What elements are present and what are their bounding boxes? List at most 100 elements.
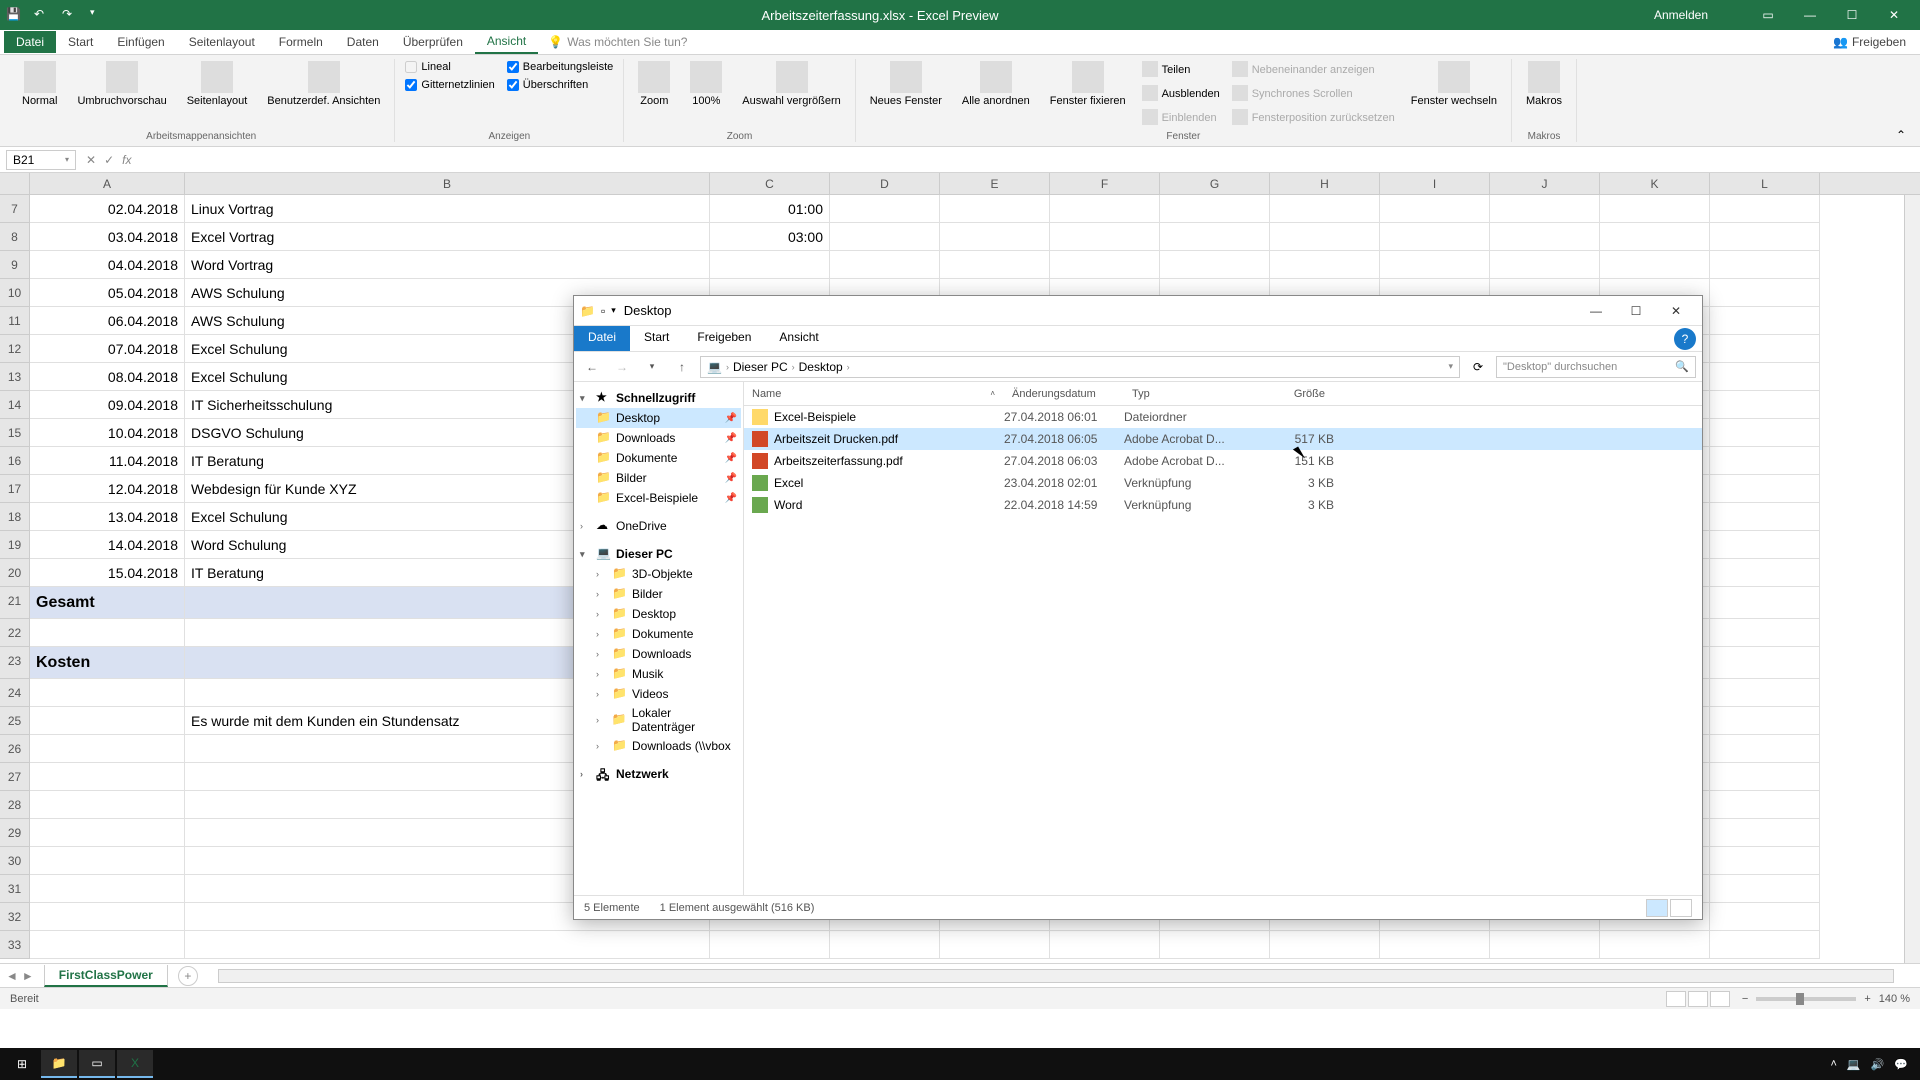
hundred-button[interactable]: 100% [684,59,728,109]
cell[interactable] [830,251,940,279]
maximize-icon[interactable]: ☐ [1832,5,1872,25]
row-header[interactable]: 13 [0,363,30,391]
cell[interactable] [30,707,185,735]
undo-icon[interactable]: ↶ [34,7,50,23]
cell[interactable] [1490,223,1600,251]
row-header[interactable]: 29 [0,819,30,847]
cell[interactable]: 12.04.2018 [30,475,185,503]
tab-review[interactable]: Überprüfen [391,31,475,53]
tab-data[interactable]: Daten [335,31,391,53]
ruler-checkbox[interactable]: Lineal [403,59,496,75]
freeze-button[interactable]: Fenster fixieren [1044,59,1132,109]
row-header[interactable]: 16 [0,447,30,475]
col-header[interactable]: H [1270,173,1380,194]
cell[interactable] [1710,903,1820,931]
row-header[interactable]: 24 [0,679,30,707]
tab-pagelayout[interactable]: Seitenlayout [177,31,267,53]
qat-dropdown-icon[interactable]: ▾ [611,305,616,316]
cell[interactable] [1710,587,1820,619]
normal-view-button[interactable]: Normal [16,59,63,109]
split-button[interactable]: Teilen [1140,59,1222,81]
col-header[interactable]: G [1160,173,1270,194]
nav-item[interactable]: › 📁 Musik [576,664,741,684]
nav-network[interactable]: ›🖧Netzwerk [576,764,741,784]
collapse-ribbon-icon[interactable]: ⌃ [1896,128,1912,144]
col-header[interactable]: K [1600,173,1710,194]
cell[interactable]: 03:00 [710,223,830,251]
refresh-icon[interactable]: ⟳ [1466,360,1490,374]
row-header[interactable]: 11 [0,307,30,335]
cell[interactable] [30,931,185,959]
nav-item[interactable]: 📁 Dokumente 📌 [576,448,741,468]
cell[interactable] [940,251,1050,279]
cell[interactable]: 08.04.2018 [30,363,185,391]
new-window-button[interactable]: Neues Fenster [864,59,948,109]
cell[interactable] [1710,819,1820,847]
row-header[interactable]: 28 [0,791,30,819]
cell[interactable] [1490,195,1600,223]
row-header[interactable]: 17 [0,475,30,503]
sheet-nav-prev-icon[interactable]: ◄ [6,969,18,983]
cell[interactable] [1710,679,1820,707]
cell[interactable] [1710,531,1820,559]
app-taskbar-icon[interactable]: ▭ [79,1050,115,1078]
cell[interactable] [1380,223,1490,251]
column-date[interactable]: Änderungsdatum [1004,388,1124,400]
row-header[interactable]: 10 [0,279,30,307]
network-icon[interactable]: 💻 [1847,1058,1861,1071]
select-all-corner[interactable] [0,173,30,194]
column-size[interactable]: Größe [1244,388,1334,400]
signin-link[interactable]: Anmelden [1654,8,1708,22]
cell[interactable] [1710,763,1820,791]
tell-me[interactable]: 💡 Was möchten Sie tun? [548,35,687,49]
cell[interactable] [1160,223,1270,251]
qat-customize-icon[interactable]: ▾ [90,7,106,23]
cell[interactable] [1050,195,1160,223]
name-box-dropdown-icon[interactable]: ▾ [65,155,69,164]
pagebreak-view-icon[interactable] [1710,991,1730,1007]
horizontal-scrollbar[interactable] [218,969,1894,983]
cell[interactable] [30,763,185,791]
cell[interactable] [30,875,185,903]
tab-formulas[interactable]: Formeln [267,31,335,53]
cell[interactable] [1160,931,1270,959]
zoom-in-icon[interactable]: + [1864,993,1870,1005]
path-dropdown-icon[interactable]: ▾ [1448,361,1453,372]
row-header[interactable]: 21 [0,587,30,619]
col-header[interactable]: A [30,173,185,194]
cell[interactable] [1050,223,1160,251]
cell[interactable] [30,735,185,763]
row-header[interactable]: 15 [0,419,30,447]
file-row[interactable]: Arbeitszeiterfassung.pdf 27.04.2018 06:0… [744,450,1702,472]
qat-icon[interactable]: ▫ [601,304,605,318]
cell[interactable]: 11.04.2018 [30,447,185,475]
cell[interactable] [830,931,940,959]
pagelayout-view-icon[interactable] [1688,991,1708,1007]
add-sheet-button[interactable]: + [178,966,198,986]
cell[interactable] [1710,419,1820,447]
cell[interactable] [30,847,185,875]
tab-insert[interactable]: Einfügen [105,31,176,53]
breadcrumb-thispc[interactable]: Dieser PC [733,360,788,374]
file-explorer-taskbar-icon[interactable]: 📁 [41,1050,77,1078]
nav-item[interactable]: 📁 Desktop 📌 [576,408,741,428]
cell[interactable] [1490,931,1600,959]
file-row[interactable]: Excel-Beispiele 27.04.2018 06:01 Dateior… [744,406,1702,428]
cell[interactable] [1710,307,1820,335]
cell[interactable]: 06.04.2018 [30,307,185,335]
gridlines-checkbox[interactable]: Gitternetzlinien [403,77,496,93]
tab-start[interactable]: Start [56,31,105,53]
switch-window-button[interactable]: Fenster wechseln [1405,59,1503,109]
save-icon[interactable]: 💾 [6,7,22,23]
col-header[interactable]: I [1380,173,1490,194]
enter-formula-icon[interactable]: ✓ [104,153,114,167]
explorer-tab-view[interactable]: Ansicht [765,326,832,351]
row-header[interactable]: 27 [0,763,30,791]
explorer-titlebar[interactable]: 📁 ▫ ▾ Desktop — ☐ ✕ [574,296,1702,326]
sheet-tab[interactable]: FirstClassPower [44,965,168,987]
cell[interactable]: 04.04.2018 [30,251,185,279]
row-header[interactable]: 12 [0,335,30,363]
up-icon[interactable]: ↑ [670,355,694,379]
cell[interactable]: 02.04.2018 [30,195,185,223]
file-row[interactable]: Word 22.04.2018 14:59 Verknüpfung 3 KB [744,494,1702,516]
